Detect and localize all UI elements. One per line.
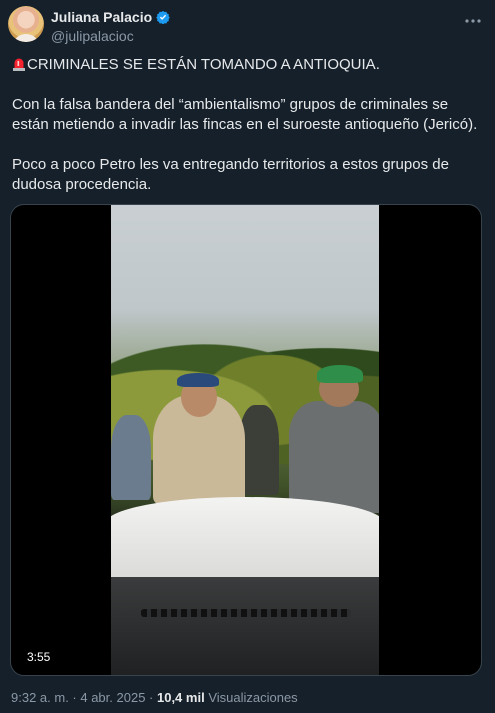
siren-icon <box>12 56 26 71</box>
video-scene-person <box>289 401 379 513</box>
verified-badge-icon[interactable] <box>156 10 170 25</box>
views-count: 10,4 mil <box>156 690 205 705</box>
author-name-row: Juliana Palacio <box>51 9 170 25</box>
video-scene-person <box>239 405 279 495</box>
author-display-name[interactable]: Juliana Palacio <box>51 9 152 25</box>
video-duration-badge: 3:55 <box>22 648 56 666</box>
video-scene-cap <box>177 373 219 387</box>
avatar[interactable] <box>8 6 44 42</box>
video-scene-person <box>111 415 151 500</box>
author-handle[interactable]: @julipalacioc <box>51 28 134 44</box>
video-scene-dashboard <box>111 577 379 675</box>
video-scene-vent <box>141 609 351 617</box>
views-label: Visualizaciones <box>208 690 298 705</box>
more-horizontal-icon[interactable] <box>463 11 483 31</box>
video-scene-car-hood <box>111 497 379 587</box>
video-scene-cap <box>317 365 363 383</box>
tweet-metadata: 9:32 a. m. · 4 abr. 2025 · 10,4 mil Visu… <box>11 690 298 705</box>
tweet-text: CRIMINALES SE ESTÁN TOMANDO A ANTIOQUIA.… <box>12 55 482 215</box>
tweet-paragraph-1-text: CRIMINALES SE ESTÁN TOMANDO A ANTIOQUIA. <box>27 56 380 73</box>
video-player[interactable]: 3:55 <box>10 204 482 676</box>
tweet-timestamp[interactable]: 9:32 a. m. · 4 abr. 2025 · <box>11 690 153 705</box>
tweet-paragraph-2: Con la falsa bandera del “ambientalismo”… <box>12 96 478 133</box>
video-thumbnail[interactable] <box>111 205 379 675</box>
tweet-header: Juliana Palacio @julipalacioc <box>8 6 483 50</box>
tweet-paragraph-3: Poco a poco Petro les va entregando terr… <box>12 156 449 193</box>
tweet-paragraph-1: CRIMINALES SE ESTÁN TOMANDO A ANTIOQUIA. <box>12 55 482 75</box>
